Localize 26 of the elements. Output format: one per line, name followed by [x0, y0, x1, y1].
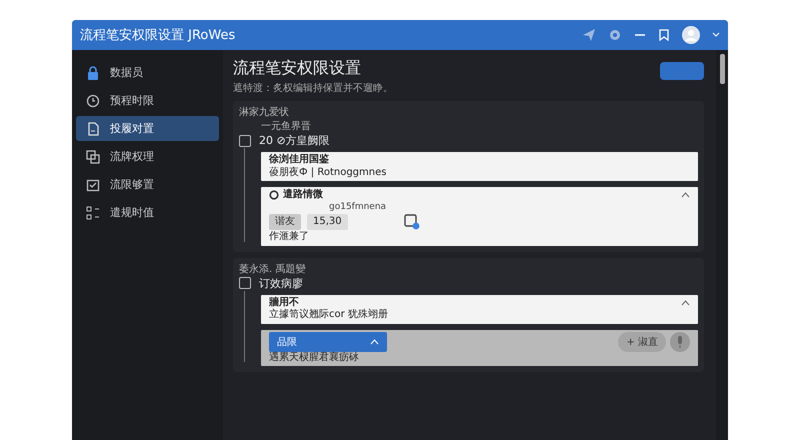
sidebar-item[interactable]: 数据员 [76, 60, 219, 85]
card-text: 遇累天棂腥君襄疬砅 [269, 352, 360, 364]
value-field[interactable]: 15,30 [307, 214, 348, 230]
dropdown[interactable]: 品限 [269, 332, 387, 352]
section-title: 20 ⊘方皇阙限 [259, 133, 330, 148]
card-note: go15fmnena [328, 202, 388, 213]
card-text: 作滙兼了 [269, 231, 310, 244]
sidebar-item[interactable]: 预程时限 [76, 88, 219, 113]
sidebar-item[interactable]: 流限够置 [76, 172, 219, 197]
tag: 谐友 [269, 214, 301, 230]
page-heading: 流程笔安权限设置 [233, 58, 362, 79]
sidebar-item[interactable]: 遣规时值 [76, 200, 219, 225]
card-text: 立據笥议翘际cor 犹殊翊册 [269, 309, 389, 322]
card-title: 牆用不 [269, 296, 299, 308]
add-button[interactable]: + 淑直 [618, 332, 666, 352]
card-text: 葰朋夜Ф | Rotnoggmnes [269, 166, 388, 179]
section-label: 萎永添. 禹題變 [239, 262, 306, 276]
section-title: 订效病廖 [259, 276, 303, 291]
card-title: 遣路情微 [283, 189, 323, 202]
window-title: 流程笔安权限设置 JRoWes [80, 27, 236, 44]
sidebar-item[interactable]: 投履对置 [76, 116, 219, 141]
card-title: 徐浏佳用国鉴 [269, 154, 329, 166]
section-label: 淋家九爱状 [239, 106, 290, 119]
sidebar-item[interactable]: 流牌权理 [76, 144, 219, 169]
page-subtitle: 遮特渡：炙权编辑持保置并不遛睁。 [233, 82, 393, 95]
section-sublabel: 一元鱼界晋 [260, 120, 312, 133]
